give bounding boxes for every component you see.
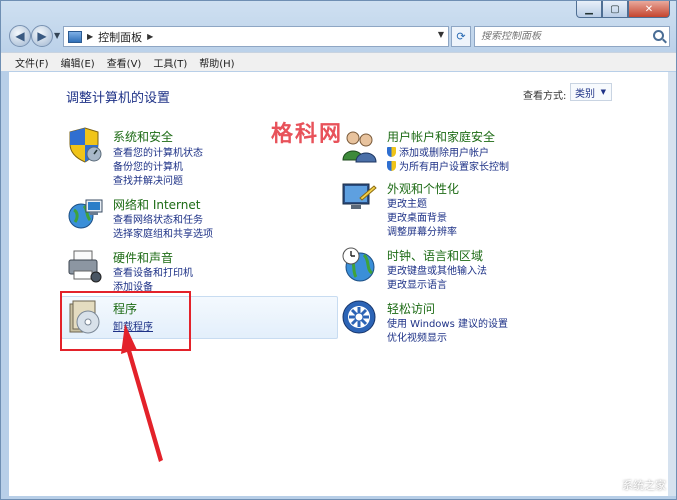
menu-bar: 文件(F) 编辑(E) 查看(V) 工具(T) 帮助(H): [1, 52, 676, 71]
link-change-theme[interactable]: 更改主题: [387, 195, 427, 210]
control-panel-icon: [68, 30, 82, 43]
forward-button[interactable]: ▶: [31, 25, 53, 47]
vertical-scrollbar[interactable]: [668, 72, 676, 496]
network-globe-icon: [68, 199, 103, 229]
close-button[interactable]: ✕: [628, 1, 670, 18]
view-by-value: 类别: [575, 88, 595, 100]
breadcrumb-control-panel[interactable]: 控制面板: [98, 29, 142, 45]
link-screen-resolution[interactable]: 调整屏幕分辨率: [387, 223, 457, 238]
address-bar[interactable]: ▶ 控制面板 ▶ ▼: [63, 26, 449, 47]
uac-shield-icon: [387, 146, 396, 157]
menu-help[interactable]: 帮助(H): [193, 53, 240, 71]
link-desktop-background[interactable]: 更改桌面背景: [387, 209, 447, 224]
chevron-down-icon: ▼: [600, 88, 606, 96]
link-optimize-display[interactable]: 优化视频显示: [387, 329, 447, 344]
content-pane: 调整计算机的设置 查看方式: 类别 ▼ 格科网 系统和安全 查看您的计算机状态 …: [9, 72, 668, 496]
search-icon[interactable]: [653, 30, 664, 41]
search-box: [474, 26, 670, 47]
arrow-left-icon: ◀: [15, 29, 25, 43]
link-parental-controls[interactable]: 为所有用户设置家长控制: [387, 158, 509, 173]
red-arrow-annotation: [121, 324, 163, 462]
control-panel-window: ▁ ▢ ✕ ◀ ▶ ▼ ▶ 控制面板 ▶ ▼ ⟳ 文件(F) 编辑(E) 查看(…: [0, 0, 677, 500]
link-label: 添加或删除用户帐户: [399, 148, 489, 159]
link-devices-printers[interactable]: 查看设备和打印机: [113, 264, 193, 279]
minimize-button[interactable]: ▁: [576, 1, 602, 18]
menu-tools[interactable]: 工具(T): [147, 53, 193, 71]
menu-file[interactable]: 文件(F): [9, 53, 55, 71]
users-icon: [342, 131, 377, 163]
link-change-input-method[interactable]: 更改键盘或其他输入法: [387, 262, 487, 277]
chevron-down-icon[interactable]: ▼: [438, 30, 444, 39]
view-by-select[interactable]: 类别 ▼: [570, 83, 612, 101]
clock-globe-icon: [342, 247, 375, 282]
menu-edit[interactable]: 编辑(E): [55, 53, 101, 71]
uac-shield-icon: [387, 160, 396, 171]
link-check-status[interactable]: 查看您的计算机状态: [113, 144, 203, 159]
link-backup[interactable]: 备份您的计算机: [113, 158, 183, 173]
appearance-monitor-icon: [342, 183, 377, 209]
navigation-bar: ◀ ▶ ▼ ▶ 控制面板 ▶ ▼ ⟳: [1, 23, 676, 51]
footer-watermark: 系统之家: [622, 479, 666, 492]
back-button[interactable]: ◀: [9, 25, 31, 47]
link-homegroup[interactable]: 选择家庭组和共享选项: [113, 225, 213, 240]
category-title[interactable]: 用户帐户和家庭安全: [387, 128, 495, 145]
page-title: 调整计算机的设置: [66, 91, 171, 106]
menu-view[interactable]: 查看(V): [101, 53, 148, 71]
window-controls: ▁ ▢ ✕: [576, 1, 670, 18]
search-input[interactable]: [481, 31, 646, 42]
recent-pages-dropdown[interactable]: ▼: [54, 31, 60, 40]
watermark-text: 格科网: [271, 122, 344, 147]
security-shield-icon: [69, 127, 102, 163]
refresh-button[interactable]: ⟳: [451, 26, 471, 47]
category-title[interactable]: 系统和安全: [113, 128, 173, 145]
link-label: 为所有用户设置家长控制: [399, 162, 509, 173]
refresh-icon: ⟳: [456, 30, 466, 43]
link-network-status[interactable]: 查看网络状态和任务: [113, 211, 203, 226]
chevron-right-icon[interactable]: ▶: [147, 32, 153, 41]
view-by-label: 查看方式:: [523, 91, 567, 102]
link-display-language[interactable]: 更改显示语言: [387, 276, 447, 291]
chevron-right-icon[interactable]: ▶: [87, 32, 93, 41]
maximize-button[interactable]: ▢: [602, 1, 628, 18]
link-windows-suggested-settings[interactable]: 使用 Windows 建议的设置: [387, 315, 508, 330]
link-add-remove-users[interactable]: 添加或删除用户帐户: [387, 144, 489, 159]
arrow-right-icon: ▶: [37, 29, 47, 43]
printer-icon: [68, 250, 102, 283]
ease-of-access-icon: [342, 300, 376, 334]
link-troubleshoot[interactable]: 查找并解决问题: [113, 172, 183, 187]
